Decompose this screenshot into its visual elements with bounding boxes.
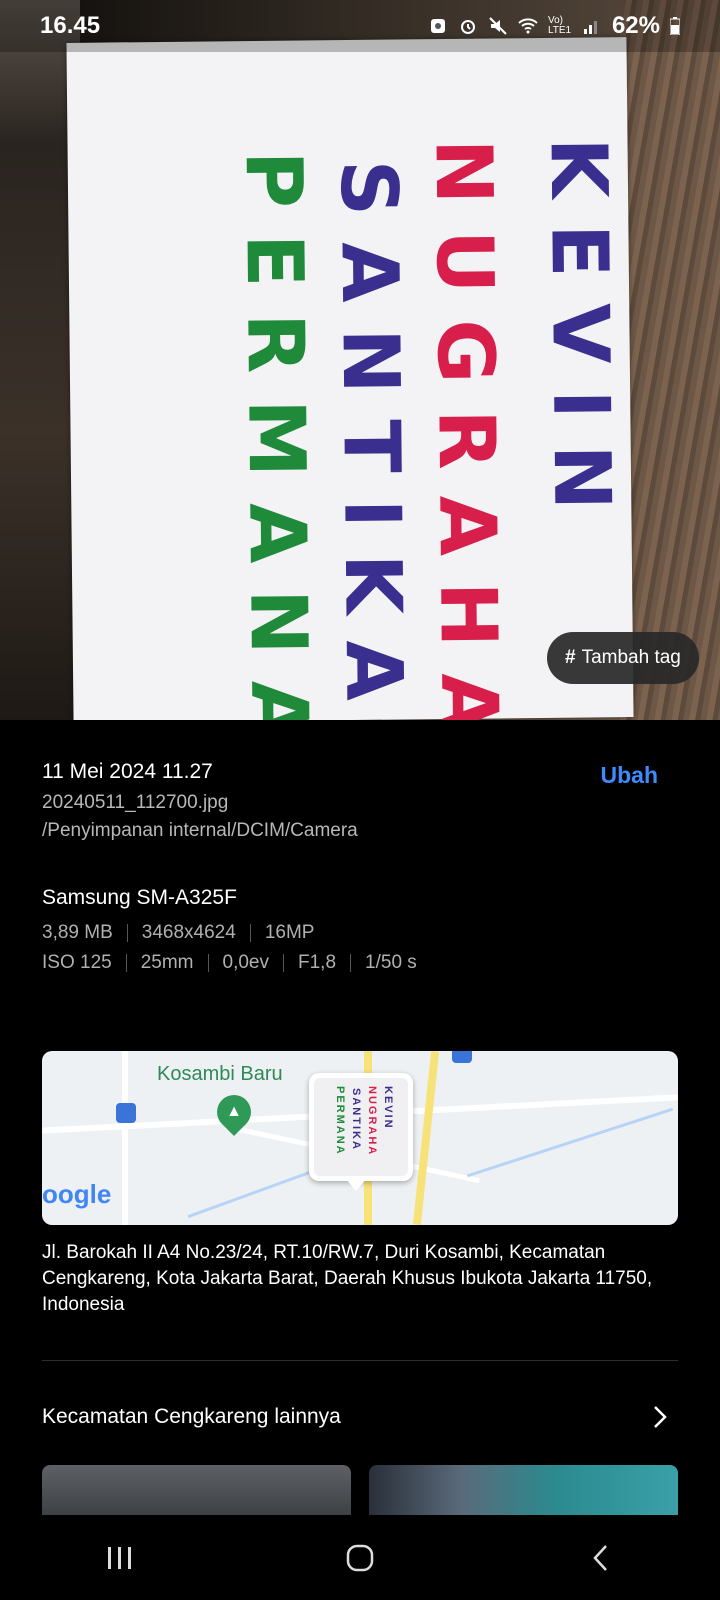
thumbnail-pointer: [346, 1179, 366, 1191]
photo-location-thumbnail[interactable]: KEVIN NUGRAHA SANTIKA PERMANA: [309, 1073, 413, 1181]
iso: ISO 125: [42, 952, 112, 973]
notification-icon: [430, 19, 445, 33]
divider: [125, 954, 127, 972]
home-icon: [346, 1544, 374, 1571]
back-icon: [593, 1544, 607, 1571]
recent-apps-icon: [108, 1546, 131, 1569]
train-station-icon: [116, 1103, 136, 1123]
divider: [350, 954, 352, 972]
aperture: F1,8: [298, 952, 337, 973]
exposure-value: 0,0ev: [222, 952, 269, 973]
hashtag-icon: #: [565, 647, 576, 668]
device-model: Samsung SM-A325F: [42, 886, 237, 909]
status-icons: Vo) LTE1 62%: [428, 12, 680, 40]
back-button[interactable]: [570, 1528, 630, 1588]
photo-viewer[interactable]: KEVIN NUGRAHA SANTIKA PERMANA # Tambah t…: [0, 0, 720, 720]
wifi-icon: [518, 18, 538, 34]
battery-percent: 62%: [611, 12, 660, 39]
file-path: /Penyimpanan internal/DCIM/Camera: [42, 820, 358, 841]
resolution: 3468x4624: [141, 922, 236, 943]
section-divider: [42, 1360, 678, 1361]
add-tag-label: Tambah tag: [581, 647, 681, 668]
google-logo: oogle: [42, 1179, 112, 1209]
shutter-speed: 1/50 s: [365, 952, 417, 973]
map-main-road: [412, 1051, 440, 1225]
recent-apps-button[interactable]: [90, 1528, 150, 1588]
system-navigation-bar: [0, 1515, 720, 1600]
alarm-icon: [460, 20, 475, 34]
handwriting-line-4: PERMANA: [227, 150, 325, 720]
map-river: [466, 1107, 674, 1178]
divider: [207, 954, 209, 972]
chevron-right-icon: [654, 1406, 667, 1428]
add-tag-button[interactable]: # Tambah tag: [547, 632, 699, 684]
thumbnail-image: KEVIN NUGRAHA SANTIKA PERMANA: [314, 1078, 408, 1176]
divider: [249, 924, 251, 942]
map-road: [122, 1051, 128, 1225]
handwriting-line-1: KEVIN: [532, 137, 627, 537]
location-address: Jl. Barokah II A4 No.23/24, RT.10/RW.7, …: [42, 1242, 653, 1315]
specs-row-2: ISO 125 25mm 0,0ev F1,8 1/50 s: [42, 952, 678, 974]
more-from-location-label: Kecamatan Cengkareng lainnya: [42, 1405, 341, 1428]
related-photo-thumbnail[interactable]: [369, 1465, 678, 1515]
status-time: 16.45: [40, 12, 101, 39]
related-photo-thumbnail[interactable]: [42, 1465, 351, 1515]
file-name: 20240511_112700.jpg: [42, 792, 229, 813]
photo-background-wood: [620, 0, 720, 720]
file-size: 3,89 MB: [42, 922, 113, 943]
handwriting-line-2: NUGRAHA: [417, 138, 514, 720]
handwritten-paper: KEVIN NUGRAHA SANTIKA PERMANA: [66, 37, 634, 720]
network-type: Vo) LTE1: [547, 15, 572, 36]
park-pin-icon: ▲: [209, 1087, 259, 1137]
focal-length: 25mm: [140, 952, 194, 973]
divider: [126, 924, 128, 942]
megapixels: 16MP: [264, 922, 315, 943]
handwriting-line-3: SANTIKA: [322, 159, 419, 720]
divider: [283, 954, 284, 972]
bus-stop-icon: [452, 1051, 472, 1063]
map-place-label: Kosambi Baru: [157, 1063, 283, 1085]
battery-icon: [670, 17, 680, 35]
specs-row-1: 3,89 MB 3468x4624 16MP: [42, 922, 678, 944]
more-from-location-row[interactable]: Kecamatan Cengkareng lainnya: [42, 1395, 678, 1439]
mute-icon: [489, 17, 507, 35]
edit-button[interactable]: Ubah: [601, 762, 659, 789]
related-photos: [42, 1465, 678, 1515]
home-button[interactable]: [330, 1528, 390, 1588]
photo-date: 11 Mei 2024 11.27: [42, 760, 213, 783]
status-bar: 16.45 Vo) LTE1 62%: [0, 0, 720, 52]
signal-icon: [583, 21, 597, 34]
location-map[interactable]: Kosambi Baru ▲ oogle KEVIN NUGRAHA SANTI…: [42, 1051, 678, 1225]
photo-details: 11 Mei 2024 11.27 Ubah 20240511_112700.j…: [42, 760, 678, 974]
